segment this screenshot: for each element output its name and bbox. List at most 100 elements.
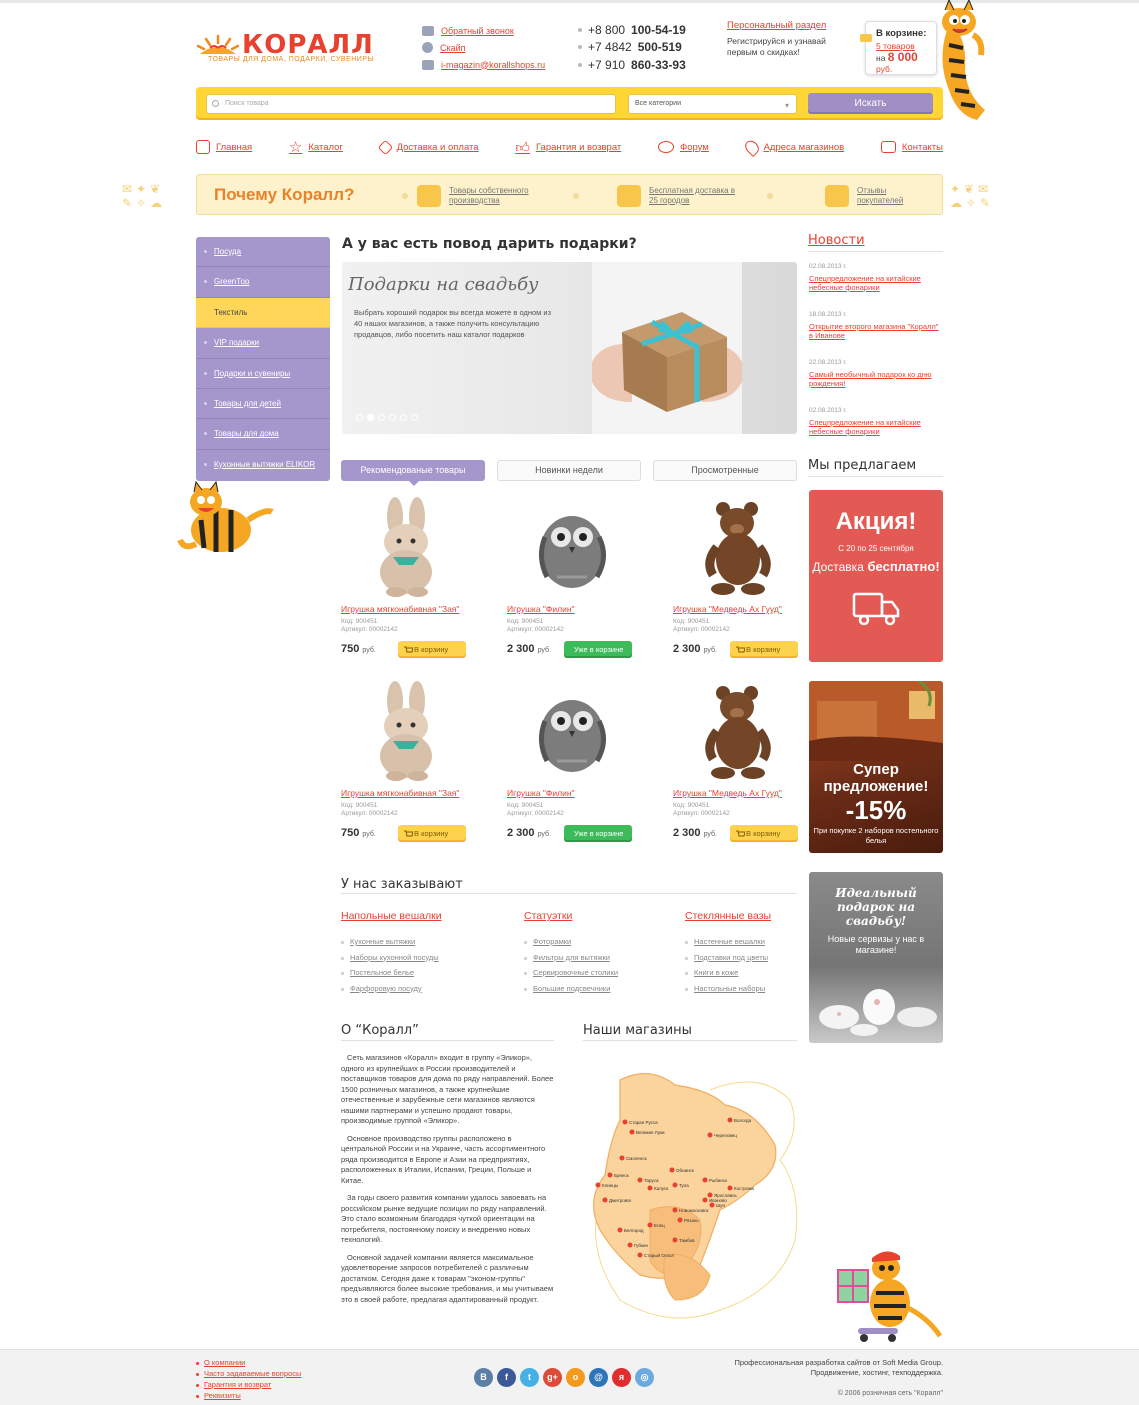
ordered-link[interactable]: Подставки под цветы (685, 950, 771, 966)
map-city-marker[interactable] (627, 1242, 633, 1248)
map-city-marker[interactable] (702, 1197, 708, 1203)
map-city-marker[interactable] (629, 1129, 635, 1135)
add-to-cart-button[interactable]: Уже в корзине (564, 641, 632, 658)
map-city-marker[interactable] (677, 1217, 683, 1223)
nav-item-delivery[interactable]: Доставка и оплата (377, 139, 479, 155)
livejournal-icon[interactable]: ◎ (635, 1368, 654, 1387)
ordered-col-title[interactable]: Статуэтки (524, 910, 618, 922)
add-to-cart-button[interactable]: В корзину (730, 825, 798, 842)
product-card[interactable]: Игрушка "Филин" Код: 900451 Артикул: 00002… (507, 681, 637, 856)
slider-dot[interactable] (389, 414, 396, 421)
ordered-link[interactable]: Фарфоровую посуду (341, 981, 442, 997)
logo[interactable]: КОРАЛЛ ТОВАРЫ ДЛЯ ДОМА, ПОДАРКИ, СУВЕНИР… (196, 30, 374, 70)
nav-item-contacts[interactable]: Контакты (880, 141, 943, 153)
footer-link-requisites[interactable]: Реквизиты (196, 1390, 301, 1401)
odnoklassniki-icon[interactable]: о (566, 1368, 585, 1387)
product-card[interactable]: Игрушка мягконабивная "Зая" Код: 900451 Ар… (341, 497, 471, 672)
map-city-marker[interactable] (672, 1237, 678, 1243)
slider-dot[interactable] (411, 414, 418, 421)
news-item[interactable]: 02.08.2013 г. Спецпредложение на китайски… (809, 406, 944, 436)
ordered-link[interactable]: Большие подсвечники (524, 981, 618, 997)
add-to-cart-button[interactable]: В корзину (398, 641, 466, 658)
map-city-marker[interactable] (647, 1222, 653, 1228)
ordered-link[interactable]: Кухонные вытяжки (341, 934, 442, 950)
tab-new[interactable]: Новинки недели (497, 460, 641, 481)
sidebar-item-home[interactable]: Товары для дома (196, 419, 330, 450)
facebook-icon[interactable]: f (497, 1368, 516, 1387)
tab-viewed[interactable]: Просмотренные (653, 460, 797, 481)
sidebar-item-textile[interactable]: Текстиль (196, 297, 330, 329)
nav-item-warranty[interactable]: 👍︎ Гарантия и возврат (515, 139, 621, 156)
promo-banner-sale[interactable]: Акция! С 20 по 25 сентября Доставка бесп… (809, 490, 943, 662)
slider-dot[interactable] (356, 414, 363, 421)
ordered-link[interactable]: Наборы кухонной посуды (341, 950, 442, 966)
personal-link[interactable]: Персональный раздел (727, 20, 827, 31)
sidebar-item-kids[interactable]: Товары для детей (196, 389, 330, 420)
product-name[interactable]: Игрушка "Медведь Ах Гууд" (673, 788, 782, 798)
map-city-marker[interactable] (707, 1132, 713, 1138)
map-city-marker[interactable] (595, 1182, 601, 1188)
product-name[interactable]: Игрушка мягконабивная "Зая" (341, 788, 459, 798)
nav-item-catalog[interactable]: ☆ Каталог (289, 138, 343, 156)
email-link[interactable]: i-magazin@korallshops.ru (441, 60, 545, 70)
ordered-link[interactable]: Настольные наборы (685, 981, 771, 997)
footer-link-about[interactable]: О компании (196, 1357, 301, 1368)
promo-banner-discount[interactable]: Супер предложение! -15% При покупке 2 на… (809, 681, 943, 853)
map-city-marker[interactable] (702, 1177, 708, 1183)
add-to-cart-button[interactable]: Уже в корзине (564, 825, 632, 842)
why-item-production[interactable]: Товары собственного производства (417, 185, 544, 207)
add-to-cart-button[interactable]: В корзину (730, 641, 798, 658)
ordered-link[interactable]: Книги в коже (685, 965, 771, 981)
news-item[interactable]: 18.08.2013 г. Открытие второго магазина "… (809, 310, 944, 340)
ordered-col-title[interactable]: Стеклянные вазы (685, 910, 771, 922)
twitter-icon[interactable]: t (520, 1368, 539, 1387)
news-item[interactable]: 02.08.2013 г. Спецпредложение на китайски… (809, 262, 944, 292)
sidebar-item-hoods[interactable]: Кухонные вытяжки ELIKOR (196, 450, 330, 480)
map-city-marker[interactable] (637, 1177, 643, 1183)
footer-link-warranty[interactable]: Гарантия и возврат (196, 1379, 301, 1390)
search-input[interactable]: Поиск товара (206, 94, 616, 114)
map-city-marker[interactable] (602, 1197, 608, 1203)
mail-ru-icon[interactable]: @ (589, 1368, 608, 1387)
map-city-marker[interactable] (709, 1202, 715, 1208)
nav-item-home[interactable]: Главная (196, 140, 252, 154)
map-city-marker[interactable] (637, 1252, 643, 1258)
category-select[interactable]: Все категории ▾ (628, 94, 797, 114)
map-city-marker[interactable] (727, 1117, 733, 1123)
map-city-marker[interactable] (707, 1192, 713, 1198)
product-name[interactable]: Игрушка "Медведь Ах Гууд" (673, 604, 782, 614)
slider-dot[interactable] (400, 414, 407, 421)
product-card[interactable]: Игрушка мягконабивная "Зая" Код: 900451 Ар… (341, 681, 471, 856)
product-name[interactable]: Игрушка мягконабивная "Зая" (341, 604, 459, 614)
cart-widget[interactable]: В корзине: 5 товаров на 8 000 руб. (860, 21, 937, 75)
ordered-col-title[interactable]: Напольные вешалки (341, 910, 442, 922)
add-to-cart-button[interactable]: В корзину (398, 825, 466, 842)
slider-dot[interactable] (378, 414, 385, 421)
news-heading[interactable]: Новости (808, 233, 865, 248)
map-city-marker[interactable] (607, 1172, 613, 1178)
map-city-marker[interactable] (727, 1185, 733, 1191)
map-city-marker[interactable] (647, 1185, 653, 1191)
sidebar-item-vip[interactable]: VIP подарки (196, 328, 330, 359)
callback-link[interactable]: Обратный звонок (441, 26, 514, 36)
map-city-marker[interactable] (617, 1227, 623, 1233)
product-card[interactable]: Игрушка "Филин" Код: 900451 Артикул: 00002… (507, 497, 637, 672)
ordered-link[interactable]: Фильтры для вытяжки (524, 950, 618, 966)
map-city-marker[interactable] (672, 1207, 678, 1213)
ordered-link[interactable]: Фоторамки (524, 934, 618, 950)
skype-link[interactable]: Скайп (440, 43, 466, 53)
product-name[interactable]: Игрушка "Филин" (507, 604, 575, 614)
news-item[interactable]: 22.08.2013 г. Самый необычный подарок ко … (809, 358, 944, 388)
why-item-reviews[interactable]: Отзывы покупателей (825, 185, 917, 207)
slider-dots[interactable] (356, 414, 418, 421)
why-item-delivery[interactable]: Бесплатная доставка в 25 городов (617, 185, 744, 207)
product-name[interactable]: Игрушка "Филин" (507, 788, 575, 798)
footer-link-faq[interactable]: Часто задаваемые вопросы (196, 1368, 301, 1379)
product-card[interactable]: Игрушка "Медведь Ах Гууд" Код: 900451 Арти… (673, 497, 803, 672)
sidebar-item-gifts[interactable]: Подарки и сувениры (196, 359, 330, 389)
yandex-icon[interactable]: я (612, 1368, 631, 1387)
sidebar-item-dishes[interactable]: Посуда (196, 237, 330, 268)
slider-dot-active[interactable] (367, 414, 374, 421)
stores-map[interactable]: Старая Русса Великие Луки Череповец Вологда… (580, 1050, 802, 1330)
ordered-link[interactable]: Постельное белье (341, 965, 442, 981)
